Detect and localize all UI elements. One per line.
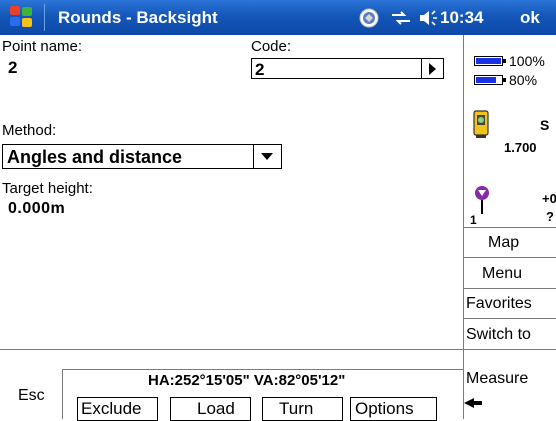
title-separator — [44, 4, 45, 31]
clock[interactable]: 10:34 — [440, 8, 483, 28]
bottom-divider — [0, 349, 463, 350]
load-button[interactable]: Load — [170, 397, 251, 421]
method-dropdown[interactable]: Angles and distance — [2, 144, 282, 169]
battery-icon — [474, 56, 506, 66]
total-station-icon[interactable] — [472, 109, 490, 139]
target-height-field[interactable]: 0.000m — [8, 200, 65, 218]
windows-flag-icon[interactable] — [10, 6, 34, 28]
arrow-left-icon — [464, 398, 482, 408]
point-name-field[interactable]: 2 — [8, 58, 17, 78]
method-value[interactable]: Angles and distance — [7, 147, 182, 168]
sync-arrows-icon[interactable] — [390, 9, 412, 27]
ok-button[interactable]: ok — [512, 0, 556, 35]
target-offset: +0 — [542, 191, 556, 206]
target-height-label: Target height: — [2, 180, 93, 197]
esc-divider — [62, 369, 63, 419]
chevron-down-icon — [261, 153, 273, 160]
battery-percent-1: 100% — [509, 53, 545, 69]
status-panel: 100% 80% S 1.700 1 +0 ? Map Menu Favorit… — [463, 35, 556, 419]
method-dropdown-button[interactable] — [253, 145, 281, 168]
code-field[interactable]: 2 — [251, 58, 444, 79]
connectivity-icon[interactable] — [358, 7, 380, 29]
prism-target-icon[interactable] — [472, 185, 492, 215]
favorites-button[interactable]: Favorites — [464, 288, 556, 318]
menu-button[interactable]: Menu — [464, 257, 556, 288]
battery-percent-2: 80% — [509, 72, 538, 88]
chevron-right-icon — [429, 63, 436, 75]
point-name-label: Point name: — [2, 38, 83, 55]
battery-icon — [474, 75, 506, 85]
map-button[interactable]: Map — [464, 227, 556, 257]
window-title: Rounds - Backsight — [58, 8, 218, 27]
angles-divider — [62, 369, 463, 370]
measure-button[interactable]: Measure — [464, 349, 556, 419]
code-value[interactable]: 2 — [255, 60, 264, 80]
options-button[interactable]: Options — [350, 397, 437, 421]
switch-to-button[interactable]: Switch to — [464, 318, 556, 349]
battery-fill — [476, 77, 496, 83]
angles-readout: HA:252°15'05" VA:82°05'12" — [148, 372, 346, 389]
target-unknown: ? — [546, 209, 554, 224]
title-bar: Rounds - Backsight 10:34 ok — [0, 0, 556, 35]
instrument-status: S — [540, 117, 550, 133]
battery-fill — [476, 58, 501, 64]
target-number: 1 — [470, 213, 477, 227]
speaker-icon[interactable] — [418, 9, 438, 27]
turn-button[interactable]: Turn — [262, 397, 343, 421]
code-dropdown-button[interactable] — [421, 59, 443, 78]
measure-label: Measure — [466, 370, 529, 387]
esc-button[interactable]: Esc — [18, 387, 45, 405]
instrument-height: 1.700 — [504, 140, 537, 155]
method-label: Method: — [2, 122, 57, 139]
exclude-button[interactable]: Exclude — [77, 397, 158, 421]
code-label: Code: — [251, 38, 292, 55]
